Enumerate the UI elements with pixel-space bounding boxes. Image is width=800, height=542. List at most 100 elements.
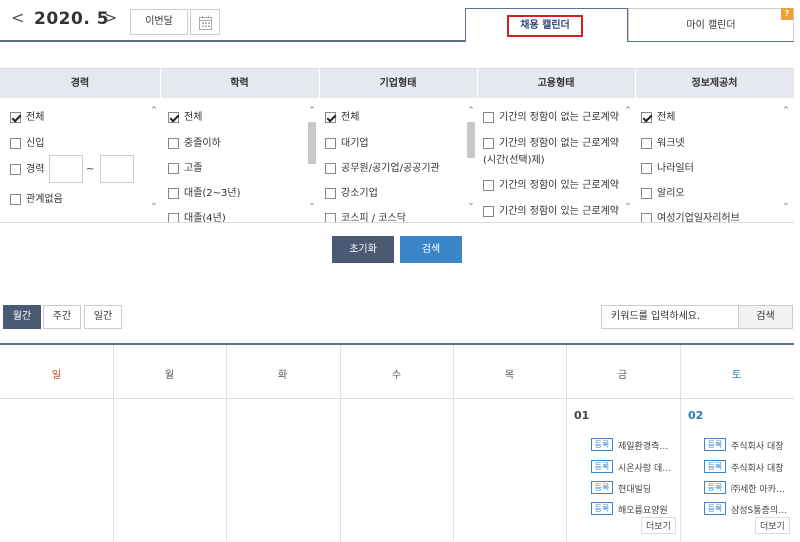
calendar-event[interactable]: 등록 해오름요양원	[591, 502, 677, 516]
checkbox[interactable]	[641, 213, 652, 222]
calendar-event[interactable]: 등록 ㈜세한 아카…	[704, 481, 792, 495]
checkbox[interactable]	[483, 138, 494, 149]
checkbox[interactable]	[10, 138, 21, 149]
this-month-button[interactable]: 이번달	[130, 9, 188, 35]
view-tab-monthly[interactable]: 월간	[3, 305, 41, 329]
option-label: 여성기업일자리허브	[657, 213, 740, 222]
checkbox[interactable]	[325, 163, 336, 174]
checkbox[interactable]	[325, 213, 336, 222]
calendar-event[interactable]: 등록 시온사랑 데…	[591, 460, 677, 474]
checkbox[interactable]	[641, 188, 652, 199]
option-label: 중졸이하	[184, 138, 221, 149]
weekday-header-tue: 화	[277, 370, 288, 381]
calendar-event[interactable]: 등록 주식회사 대창	[704, 438, 792, 452]
event-company-name: 주식회사 대창	[731, 442, 784, 452]
keyword-search-button[interactable]: 검색	[739, 305, 793, 329]
registered-badge: 등록	[591, 481, 613, 494]
option-label: 알리오	[657, 188, 685, 199]
option-label: 기간의 정함이 있는 근로계약	[499, 206, 619, 217]
option-label: 전체	[184, 112, 203, 123]
day-number: 01	[574, 409, 590, 422]
tab-hiring-calendar[interactable]: 채용 캘린더	[465, 8, 628, 42]
checkbox[interactable]	[325, 188, 336, 199]
registered-badge: 등록	[591, 502, 613, 515]
filter-search-button[interactable]: 검색	[400, 236, 462, 263]
filter-header-info-provider: 정보제공처	[691, 78, 738, 89]
checkbox[interactable]	[168, 112, 179, 123]
more-events-button[interactable]: 더보기	[755, 517, 790, 534]
option-label: 기간의 정함이 없는 근로계약	[499, 112, 619, 123]
checkbox[interactable]	[483, 112, 494, 123]
option-label: 대기업	[341, 138, 369, 149]
checkbox[interactable]	[325, 112, 336, 123]
weekday-header-mon: 월	[164, 370, 175, 381]
employment-type-scrollbar[interactable]: ⌃ ⌄	[622, 98, 634, 222]
option-label: 관계없음	[26, 194, 63, 205]
registered-badge: 등록	[704, 438, 726, 451]
more-events-button[interactable]: 더보기	[641, 517, 676, 534]
keyword-search-input[interactable]: 키워드를 입력하세요.	[601, 305, 739, 329]
filter-header: 경력 학력 기업형태 고용형태 정보제공처	[0, 68, 794, 99]
calendar-event[interactable]: 등록 주식회사 대창	[704, 460, 792, 474]
reset-button[interactable]: 초기화	[332, 236, 394, 263]
education-scrollbar[interactable]: ⌃ ⌄	[306, 98, 318, 222]
registered-badge: 등록	[591, 460, 613, 473]
career-min-years-input[interactable]	[49, 155, 83, 183]
filter-header-career: 경력	[70, 78, 90, 89]
calendar-event[interactable]: 등록 제일환경측…	[591, 438, 677, 452]
weekday-header-sat: 토	[731, 370, 742, 381]
registered-badge: 등록	[704, 502, 726, 515]
option-label: 나라일터	[657, 163, 694, 174]
checkbox[interactable]	[10, 194, 21, 205]
event-company-name: 삼성S통증의…	[731, 506, 788, 516]
day-number: 02	[688, 409, 704, 422]
checkbox[interactable]	[10, 164, 21, 175]
registered-badge: 등록	[704, 481, 726, 494]
checkbox[interactable]	[325, 138, 336, 149]
checkbox[interactable]	[641, 112, 652, 123]
event-company-name: 제일환경측…	[618, 442, 669, 452]
tab-hiring-calendar-label: 채용 캘린더	[507, 15, 583, 37]
checkbox[interactable]	[168, 163, 179, 174]
option-label: 코스피 / 코스닥	[341, 213, 406, 222]
checkbox[interactable]	[168, 138, 179, 149]
option-label: 워크넷	[657, 138, 685, 149]
info-provider-scrollbar[interactable]: ⌃ ⌄	[780, 98, 792, 222]
filter-header-education: 학력	[230, 78, 249, 89]
checkbox[interactable]	[483, 180, 494, 191]
weekday-header-wed: 수	[391, 370, 402, 381]
checkbox[interactable]	[168, 188, 179, 199]
help-icon[interactable]: ?	[781, 8, 793, 20]
career-scrollbar[interactable]: ⌃ ⌄	[148, 98, 160, 222]
option-label: 기간의 정함이 있는 근로계약	[499, 180, 619, 191]
checkbox[interactable]	[168, 213, 179, 222]
checkbox[interactable]	[483, 206, 494, 217]
employment-type-filter-list: 기간의 정함이 없는 근로계약 기간의 정함이 없는 근로계약 (시간(선택)제…	[477, 98, 622, 222]
info-provider-filter-list: 전체 워크넷 나라일터 알리오 여성기업일자리허브	[635, 98, 780, 222]
calendar-top-border	[0, 343, 794, 345]
option-label: 고졸	[184, 163, 203, 174]
option-label: 대졸(2~3년)	[184, 188, 241, 199]
employment-type-option-suffix: (시간(선택)제)	[483, 155, 545, 166]
filter-header-employment-type: 고용형태	[537, 78, 575, 89]
calendar-picker-button[interactable]	[190, 9, 220, 35]
checkbox[interactable]	[641, 163, 652, 174]
option-label: 전체	[26, 112, 45, 123]
option-label: 전체	[657, 112, 676, 123]
next-month-arrow[interactable]: >	[104, 8, 117, 27]
calendar-icon	[199, 15, 212, 30]
view-tab-daily[interactable]: 일간	[84, 305, 122, 329]
view-tab-weekly[interactable]: 주간	[43, 305, 81, 329]
company-type-scrollbar[interactable]: ⌃ ⌄	[465, 98, 477, 222]
career-max-years-input[interactable]	[100, 155, 134, 183]
career-filter-list: 전체 신입 경력 ~ 관계없음	[0, 98, 160, 222]
checkbox[interactable]	[10, 112, 21, 123]
filter-bottom-border	[0, 222, 794, 223]
calendar-event[interactable]: 등록 삼성S통증의…	[704, 502, 792, 516]
checkbox[interactable]	[641, 138, 652, 149]
prev-month-arrow[interactable]: <	[11, 8, 24, 27]
calendar-event[interactable]: 등록 현대빌딩	[591, 481, 677, 495]
event-company-name: 시온사랑 데…	[618, 464, 672, 474]
tab-my-calendar[interactable]: 마이 캘린더	[628, 8, 794, 41]
option-label: 전체	[341, 112, 360, 123]
